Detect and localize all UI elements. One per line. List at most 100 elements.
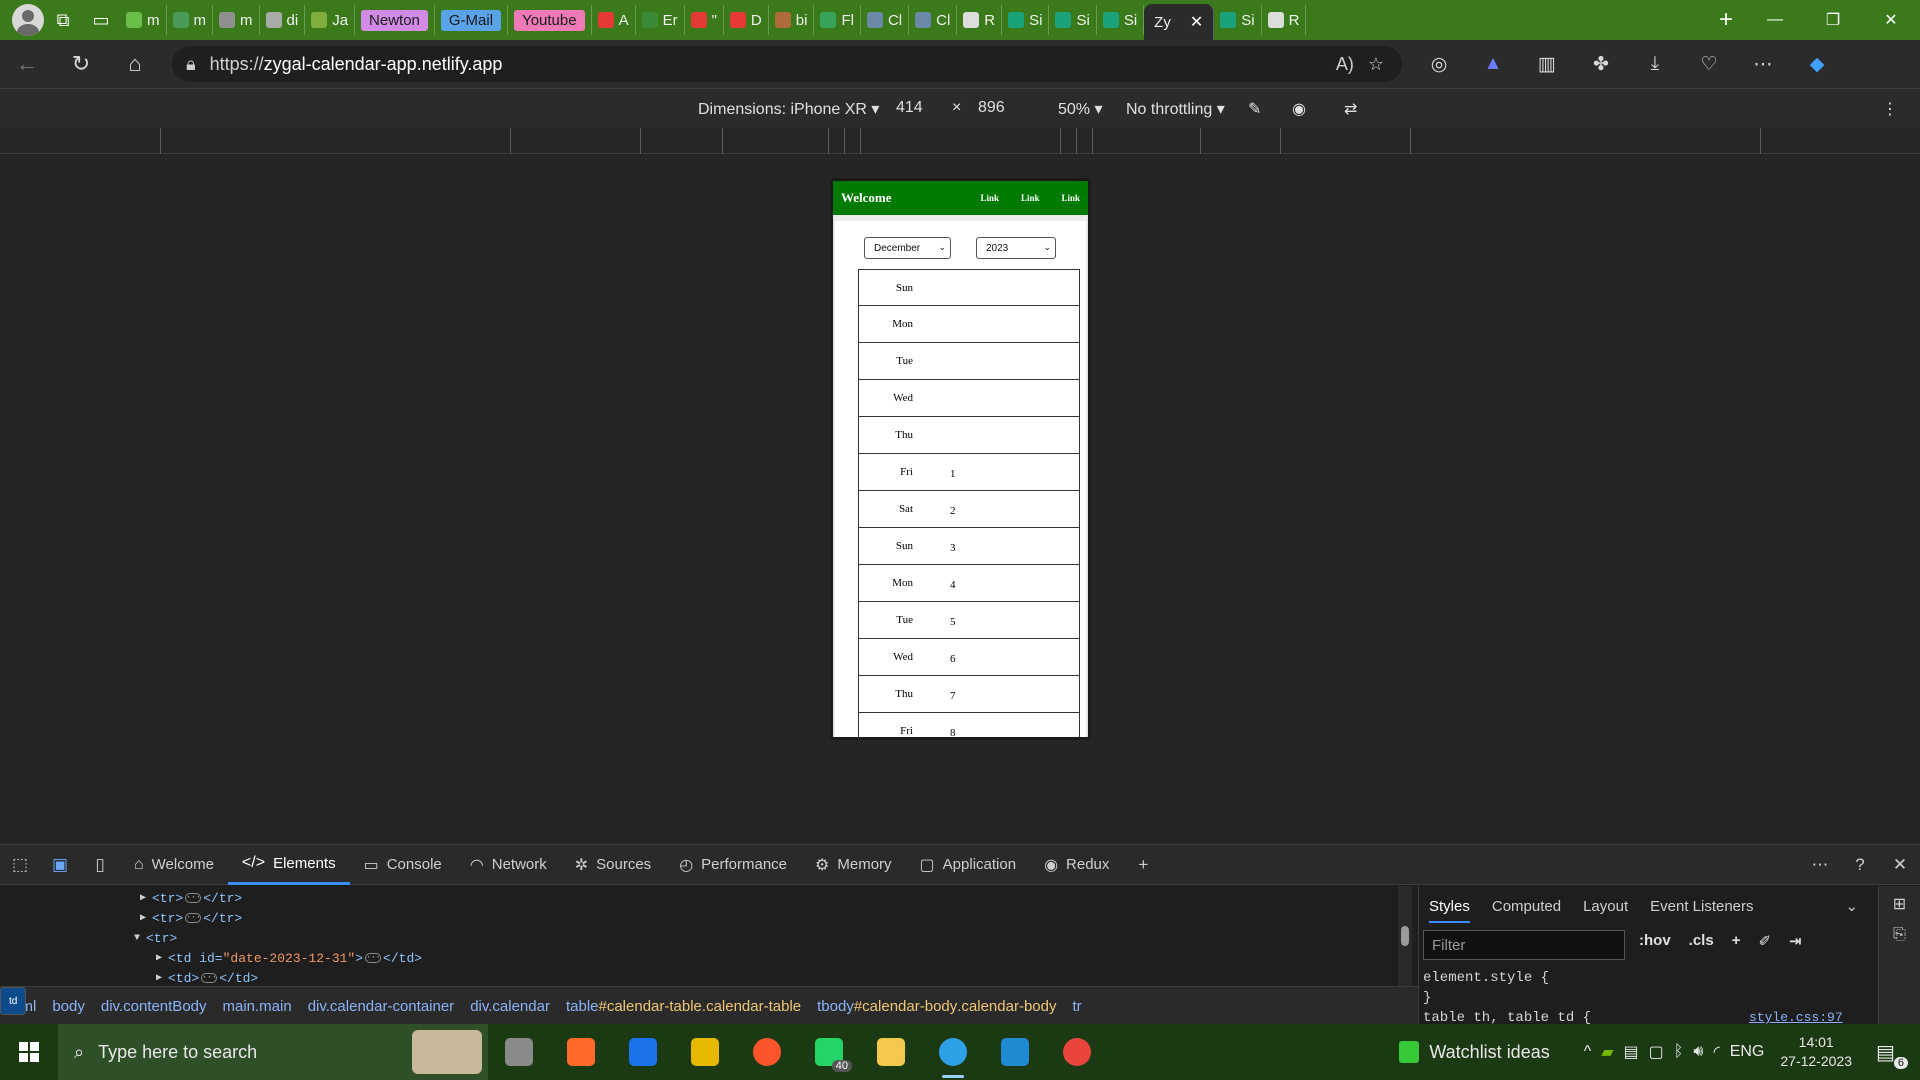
bluetooth-icon[interactable]: ᛒ <box>1674 1043 1684 1061</box>
date-cell[interactable]: 4 <box>950 579 956 591</box>
volume-icon[interactable]: 🔊︎ <box>1693 1043 1703 1061</box>
device-dimensions-dropdown[interactable]: Dimensions: iPhone XR ▾ <box>698 99 879 119</box>
settings-more-icon[interactable]: ⋯ <box>1736 44 1790 84</box>
toggle-sidebar-icon[interactable]: ⇥ <box>1789 932 1802 950</box>
devtools-tab-application[interactable]: ▢ Application <box>906 845 1031 885</box>
collapsed-ellipsis-icon[interactable]: ··· <box>201 973 218 983</box>
taskbar-app-edge[interactable] <box>922 1024 984 1080</box>
browser-tab[interactable]: D <box>724 5 769 35</box>
styles-tab[interactable]: Layout <box>1583 898 1628 915</box>
date-cell[interactable]: 6 <box>950 653 956 665</box>
expand-triangle-icon[interactable]: ▶ <box>140 892 152 904</box>
extensions-puzzle-icon[interactable]: ✤ <box>1574 44 1628 84</box>
favorite-star-icon[interactable]: ☆ <box>1368 54 1384 75</box>
workspaces-icon[interactable]: ⧉ <box>44 5 82 35</box>
date-cell[interactable]: 8 <box>950 727 956 737</box>
url-input[interactable]: 🔒︎ https://zygal-calendar-app.netlify.ap… <box>172 46 1402 82</box>
widgets-watchlist[interactable]: Watchlist ideas <box>1399 1041 1550 1063</box>
expand-triangle-icon[interactable]: ▶ <box>156 972 168 984</box>
copilot-icon[interactable]: ◆ <box>1790 44 1844 84</box>
expand-triangle-icon[interactable]: ▶ <box>156 952 168 964</box>
taskbar-app-app-orange[interactable] <box>550 1024 612 1080</box>
browser-tab[interactable]: R <box>1262 5 1307 35</box>
tray-device-icon[interactable]: ▤ <box>1624 1042 1639 1062</box>
inspect-element-icon[interactable]: ⬚ <box>0 845 40 885</box>
taskbar-app-outlook[interactable] <box>612 1024 674 1080</box>
styles-filter-input[interactable]: Filter <box>1423 930 1625 960</box>
browser-tab[interactable]: di <box>260 5 306 35</box>
notification-center-icon[interactable]: ▤ 6 <box>1876 1040 1910 1069</box>
lock-icon[interactable]: 🔒︎ <box>186 54 196 75</box>
collapsed-ellipsis-icon[interactable]: ··· <box>185 893 202 903</box>
taskbar-app-whatsapp[interactable]: 40 <box>798 1024 860 1080</box>
browser-tab[interactable]: Si <box>1097 5 1145 35</box>
active-browser-tab[interactable]: Zy ✕ <box>1144 4 1215 40</box>
collapsed-ellipsis-icon[interactable]: ··· <box>365 953 382 963</box>
browser-tab[interactable]: A <box>592 5 636 35</box>
class-toggle[interactable]: .cls <box>1689 932 1714 950</box>
browser-tab[interactable]: Si <box>1214 5 1262 35</box>
browser-tab[interactable]: G-Mail <box>435 5 509 35</box>
device-width-input[interactable]: 414 <box>896 99 923 117</box>
taskbar-app-chrome[interactable] <box>1046 1024 1108 1080</box>
language-indicator[interactable]: ENG <box>1730 1043 1765 1061</box>
device-emulation-icon[interactable]: ▣ <box>40 845 80 885</box>
date-cell[interactable]: 3 <box>950 542 956 554</box>
back-button[interactable]: ← <box>0 44 54 84</box>
browser-tab[interactable]: Cl <box>861 5 910 35</box>
devtools-tab-performance[interactable]: ◴ Performance <box>665 845 801 885</box>
paint-brush-icon[interactable]: ✐ <box>1758 932 1771 950</box>
expand-triangle-icon[interactable]: ▼ <box>134 933 146 944</box>
browser-tab[interactable]: R <box>957 5 1003 35</box>
home-button[interactable]: ⌂ <box>108 44 162 84</box>
dom-tree-scrollbar[interactable] <box>1398 886 1412 986</box>
dock-sidebar-icon[interactable]: ▯ <box>80 845 120 885</box>
date-cell[interactable]: 7 <box>950 690 956 702</box>
taskbar-app-file-explorer[interactable] <box>860 1024 922 1080</box>
date-cell[interactable]: 2 <box>950 505 956 517</box>
nav-link-3[interactable]: Link <box>1061 193 1080 203</box>
devtools-tab-console[interactable]: ▭ Console <box>350 845 456 885</box>
breadcrumb-item[interactable]: table #calendar-table .calendar-table <box>558 992 809 1020</box>
tray-overflow-chevron-icon[interactable]: ^ <box>1584 1043 1592 1061</box>
help-icon[interactable]: ? <box>1840 845 1880 885</box>
year-select[interactable]: 2023 ⌄ <box>976 237 1056 259</box>
taskbar-app-task-view[interactable] <box>488 1024 550 1080</box>
breadcrumb-item[interactable]: div.calendar-container <box>300 992 462 1020</box>
close-window-button[interactable]: ✕ <box>1862 0 1920 40</box>
devtools-tab-redux[interactable]: ◉ Redux <box>1030 845 1123 885</box>
breadcrumb-item[interactable]: div.calendar <box>462 992 558 1020</box>
more-tools-plus-icon[interactable]: + <box>1123 845 1163 885</box>
sensors-icon[interactable]: ✎ <box>1248 99 1261 119</box>
new-style-rule-icon[interactable]: + <box>1732 932 1741 950</box>
breadcrumb-item[interactable]: tbody #calendar-body .calendar-body <box>809 992 1064 1020</box>
devtools-more-icon[interactable]: ⋯ <box>1800 845 1840 885</box>
styles-tab[interactable]: Styles <box>1429 890 1470 923</box>
rotate-device-icon[interactable]: ⇄ <box>1344 99 1357 119</box>
browser-tab[interactable]: m <box>120 5 167 35</box>
browser-tab[interactable]: Ja <box>305 5 356 35</box>
date-cell[interactable]: 5 <box>950 616 956 628</box>
start-button[interactable] <box>0 1024 58 1080</box>
browser-tab[interactable]: m <box>213 5 260 35</box>
hover-state-toggle[interactable]: :hov <box>1639 932 1671 950</box>
nvidia-icon[interactable]: ▰ <box>1601 1042 1613 1062</box>
css-rule-element-style[interactable]: element.style { <box>1423 968 1591 988</box>
browser-tab[interactable]: bi <box>769 5 815 35</box>
breadcrumb-item[interactable]: tr <box>1064 992 1089 1020</box>
browser-tab[interactable]: Si <box>1049 5 1097 35</box>
breadcrumb-item[interactable]: td <box>0 987 27 1015</box>
computed-sidebar-icon[interactable]: ⊞ <box>1893 894 1906 914</box>
nav-link-1[interactable]: Link <box>980 193 999 203</box>
collapsed-ellipsis-icon[interactable]: ··· <box>185 913 202 923</box>
browser-tab[interactable]: " <box>685 5 724 35</box>
zoom-dropdown[interactable]: 50% ▾ <box>1058 99 1103 119</box>
extension-bell-icon[interactable]: ▲ <box>1466 44 1520 84</box>
profile-avatar-icon[interactable] <box>12 4 44 36</box>
nav-link-2[interactable]: Link <box>1021 193 1040 203</box>
close-tab-icon[interactable]: ✕ <box>1190 12 1203 32</box>
devtools-tab-network[interactable]: ◠ Network <box>456 845 561 885</box>
browser-tab[interactable]: m <box>167 5 213 35</box>
extension-chart-icon[interactable]: ▥ <box>1520 44 1574 84</box>
styles-tab[interactable]: Computed <box>1492 898 1561 915</box>
